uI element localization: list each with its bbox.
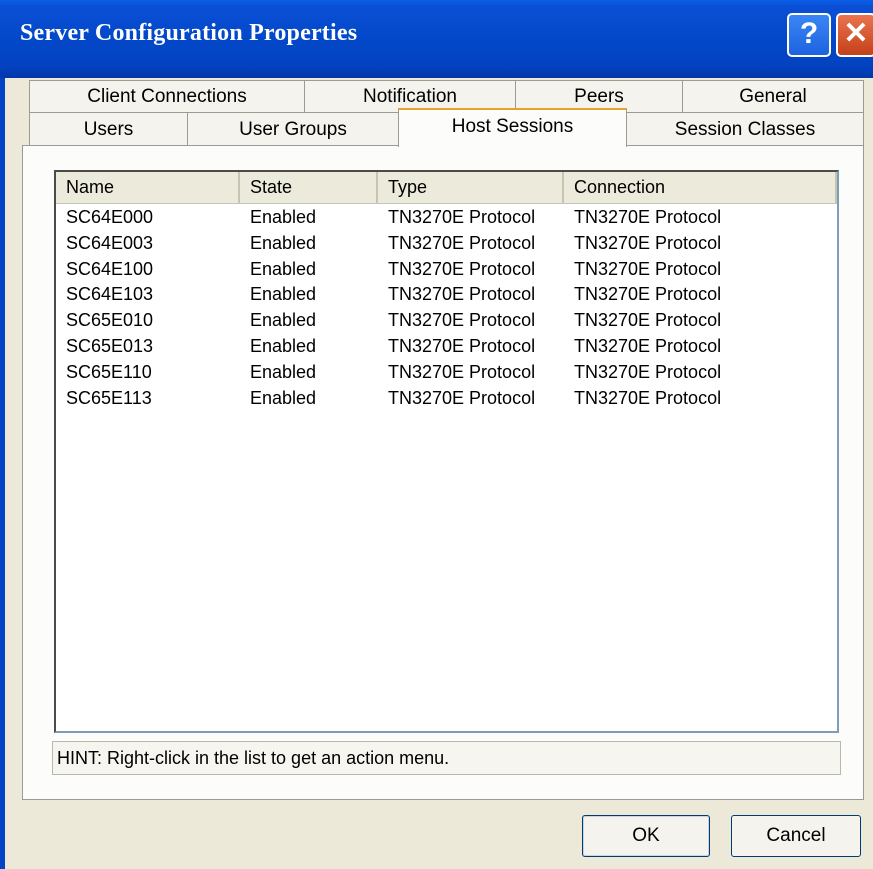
cancel-button[interactable]: Cancel <box>731 815 861 857</box>
tab-user-groups[interactable]: User Groups <box>187 112 399 146</box>
cell-type: TN3270E Protocol <box>388 335 536 356</box>
cell-type: TN3270E Protocol <box>388 258 536 279</box>
cell-state: Enabled <box>250 310 317 331</box>
cell-name: SC64E103 <box>66 284 154 305</box>
list-header: Name State Type Connection <box>56 172 837 204</box>
window-border <box>0 78 5 869</box>
cell-connection: TN3270E Protocol <box>574 258 722 279</box>
tab-host-sessions[interactable]: Host Sessions <box>398 108 627 147</box>
table-row[interactable]: SC65E113 Enabled TN3270E Protocol TN3270… <box>56 386 837 412</box>
table-row[interactable]: SC65E013 Enabled TN3270E Protocol TN3270… <box>56 334 837 360</box>
cell-type: TN3270E Protocol <box>388 310 536 331</box>
column-header-connection[interactable]: Connection <box>564 172 837 203</box>
column-header-name[interactable]: Name <box>56 172 240 203</box>
cell-type: TN3270E Protocol <box>388 387 536 408</box>
cell-type: TN3270E Protocol <box>388 207 536 227</box>
cell-connection: TN3270E Protocol <box>574 284 722 305</box>
cell-name: SC64E000 <box>66 207 154 227</box>
tab-general[interactable]: General <box>682 80 864 112</box>
cell-name: SC64E003 <box>66 232 154 253</box>
tab-label: Client Connections <box>87 86 247 107</box>
tab-session-classes[interactable]: Session Classes <box>626 112 864 146</box>
table-row[interactable]: SC65E110 Enabled TN3270E Protocol TN3270… <box>56 360 837 386</box>
tab-label: Users <box>83 119 134 140</box>
tab-label: General <box>739 86 807 107</box>
cell-state: Enabled <box>250 284 317 305</box>
cell-state: Enabled <box>250 361 317 382</box>
cell-name: SC65E010 <box>66 310 154 331</box>
cell-name: SC65E110 <box>66 361 152 382</box>
cell-type: TN3270E Protocol <box>388 284 536 305</box>
tab-client-connections[interactable]: Client Connections <box>29 80 305 112</box>
cell-connection: TN3270E Protocol <box>574 232 722 253</box>
cell-state: Enabled <box>250 258 317 279</box>
tab-label: Session Classes <box>674 119 816 140</box>
tab-label: Notification <box>363 86 457 107</box>
cell-connection: TN3270E Protocol <box>574 387 722 408</box>
tab-label: Host Sessions <box>451 116 574 137</box>
title-bar[interactable]: Server Configuration Properties ? ✕ <box>0 0 873 78</box>
dialog-window: Server Configuration Properties ? ✕ Clie… <box>0 0 873 869</box>
table-row[interactable]: SC65E010 Enabled TN3270E Protocol TN3270… <box>56 308 837 334</box>
tab-users[interactable]: Users <box>29 112 188 146</box>
cell-connection: TN3270E Protocol <box>574 335 722 356</box>
tab-label: Peers <box>574 86 624 107</box>
column-header-type[interactable]: Type <box>378 172 564 203</box>
close-icon[interactable]: ✕ <box>836 13 873 57</box>
table-row[interactable]: SC64E100 Enabled TN3270E Protocol TN3270… <box>56 257 837 283</box>
cell-name: SC64E100 <box>66 258 154 279</box>
cell-connection: TN3270E Protocol <box>574 361 722 382</box>
list-rows: SC64E000 Enabled TN3270E Protocol TN3270… <box>56 205 837 411</box>
cell-connection: TN3270E Protocol <box>574 207 722 227</box>
table-row[interactable]: SC64E000 Enabled TN3270E Protocol TN3270… <box>56 205 837 231</box>
column-header-state[interactable]: State <box>240 172 378 203</box>
cell-name: SC65E013 <box>66 335 154 356</box>
cell-type: TN3270E Protocol <box>388 232 536 253</box>
cell-name: SC65E113 <box>66 387 152 408</box>
cell-state: Enabled <box>250 232 317 253</box>
help-icon[interactable]: ? <box>787 13 831 57</box>
tab-label: User Groups <box>239 119 347 140</box>
cell-connection: TN3270E Protocol <box>574 310 722 331</box>
cell-state: Enabled <box>250 387 317 408</box>
window-title: Server Configuration Properties <box>20 20 358 46</box>
table-row[interactable]: SC64E003 Enabled TN3270E Protocol TN3270… <box>56 231 837 257</box>
ok-button[interactable]: OK <box>582 815 710 857</box>
hint-text: HINT: Right-click in the list to get an … <box>52 741 841 775</box>
host-sessions-list[interactable]: Name State Type Connection SC64E000 Enab… <box>54 170 839 733</box>
cell-type: TN3270E Protocol <box>388 361 536 382</box>
cell-state: Enabled <box>250 207 317 227</box>
table-row[interactable]: SC64E103 Enabled TN3270E Protocol TN3270… <box>56 282 837 308</box>
cell-state: Enabled <box>250 335 317 356</box>
